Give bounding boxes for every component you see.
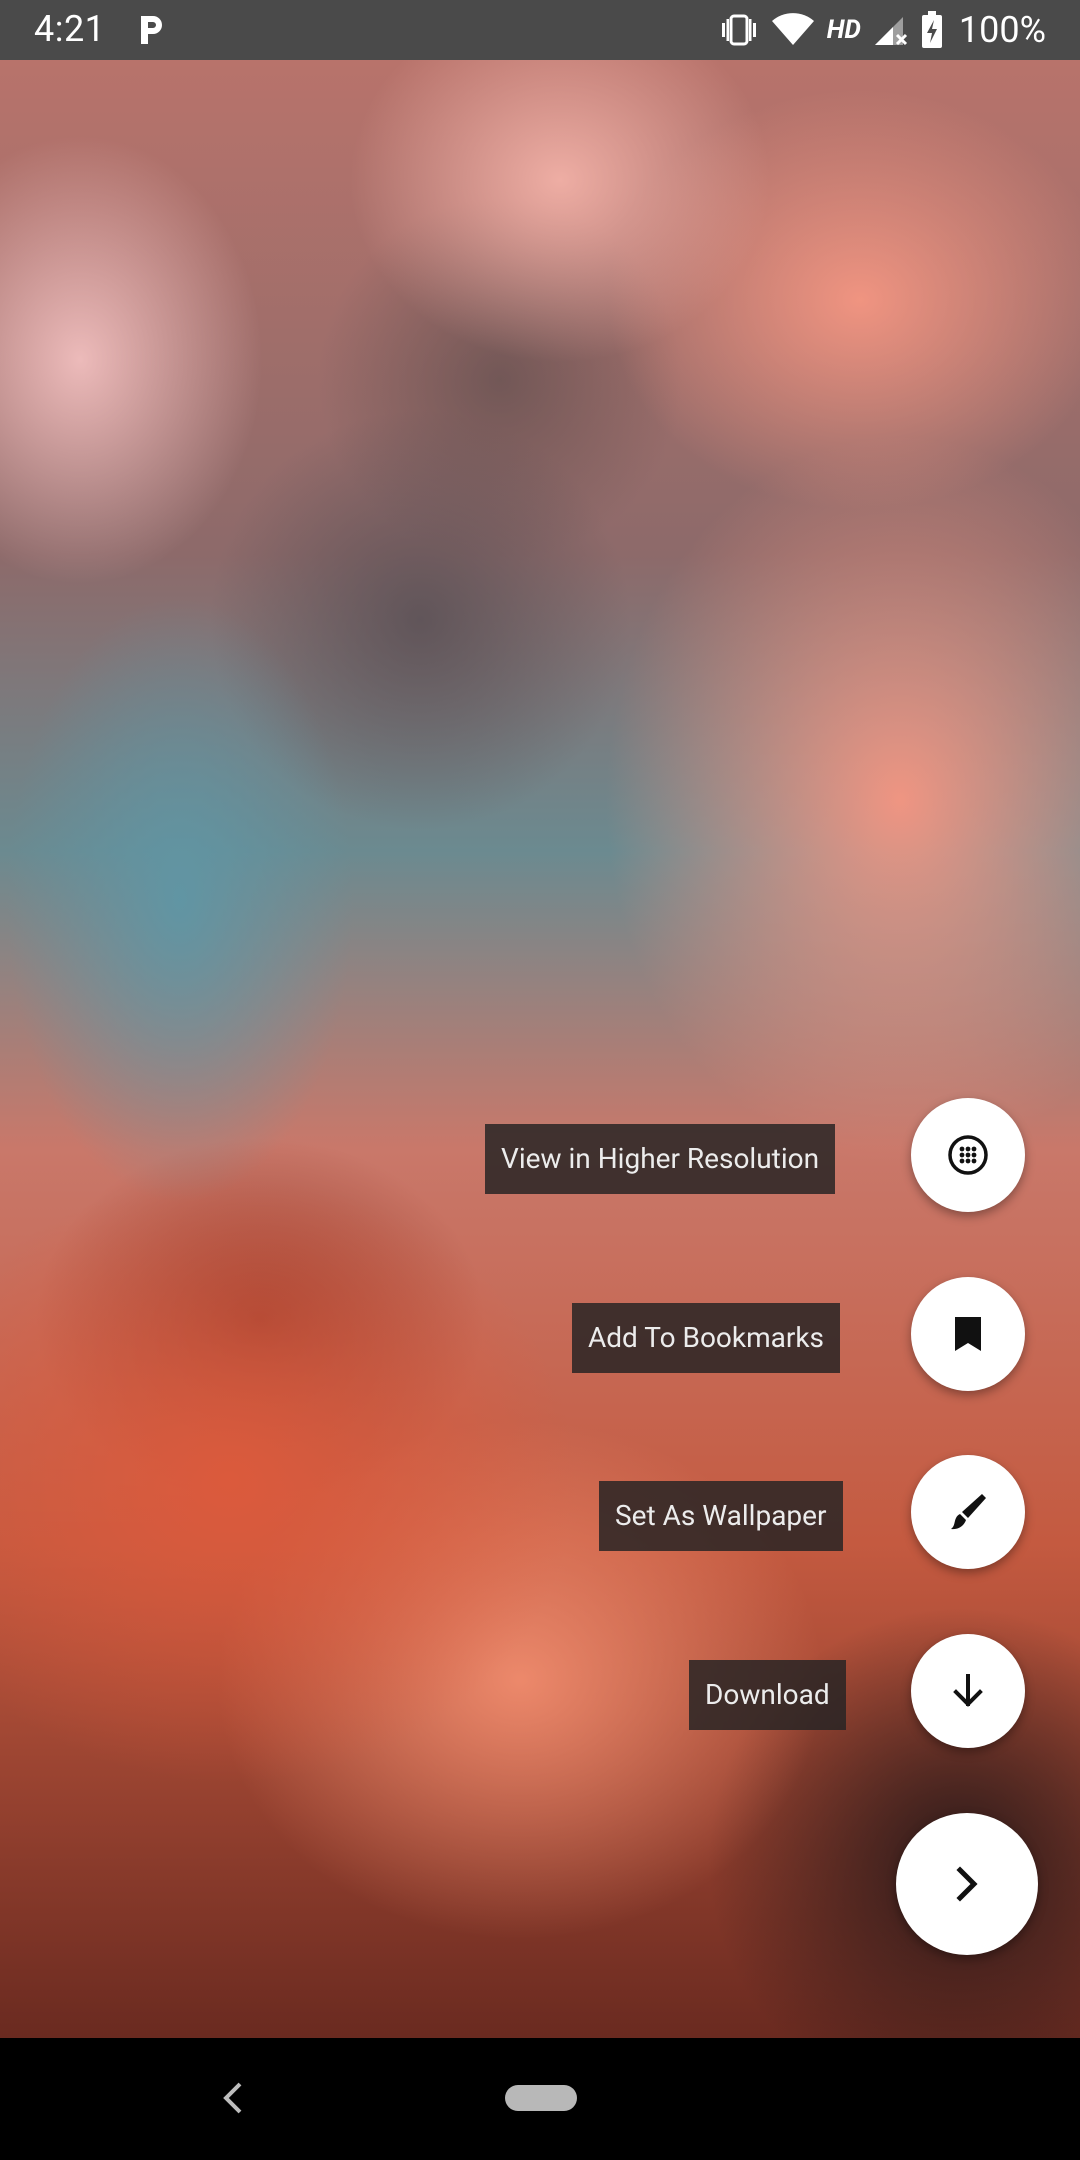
back-icon[interactable]: [218, 2078, 248, 2118]
parking-icon: [141, 16, 162, 44]
wifi-icon: [771, 13, 814, 45]
wallpaper-image: [0, 60, 1080, 2038]
add-to-bookmarks-label[interactable]: Add To Bookmarks: [572, 1303, 841, 1373]
status-bar: 4:21 HD 100%: [0, 0, 1080, 60]
download-button[interactable]: [911, 1634, 1025, 1748]
chevron-right-icon: [956, 1866, 978, 1902]
speed-dial-main-button[interactable]: [896, 1813, 1038, 1955]
download-icon: [953, 1674, 983, 1707]
screen: 4:21 HD 100% View in Higher Resolution A…: [0, 0, 1080, 2160]
battery-charging-icon: [921, 11, 942, 48]
battery-percentage: 100%: [958, 9, 1046, 51]
network-type-label: HD: [826, 15, 861, 45]
add-to-bookmarks-button[interactable]: [911, 1277, 1025, 1391]
view-high-resolution-label[interactable]: View in Higher Resolution: [485, 1124, 836, 1194]
high-resolution-icon: [948, 1135, 988, 1175]
signal-icon: [874, 17, 907, 46]
view-high-resolution-button[interactable]: [911, 1098, 1025, 1212]
status-icons: HD 100%: [719, 8, 1046, 52]
brush-icon: [951, 1494, 986, 1530]
status-time: 4:21: [34, 8, 106, 50]
download-label[interactable]: Download: [689, 1660, 846, 1730]
vibrate-icon: [721, 14, 756, 46]
bookmark-icon: [955, 1317, 981, 1351]
set-as-wallpaper-button[interactable]: [911, 1455, 1025, 1569]
set-as-wallpaper-label[interactable]: Set As Wallpaper: [599, 1481, 843, 1551]
home-pill[interactable]: [505, 2085, 577, 2111]
